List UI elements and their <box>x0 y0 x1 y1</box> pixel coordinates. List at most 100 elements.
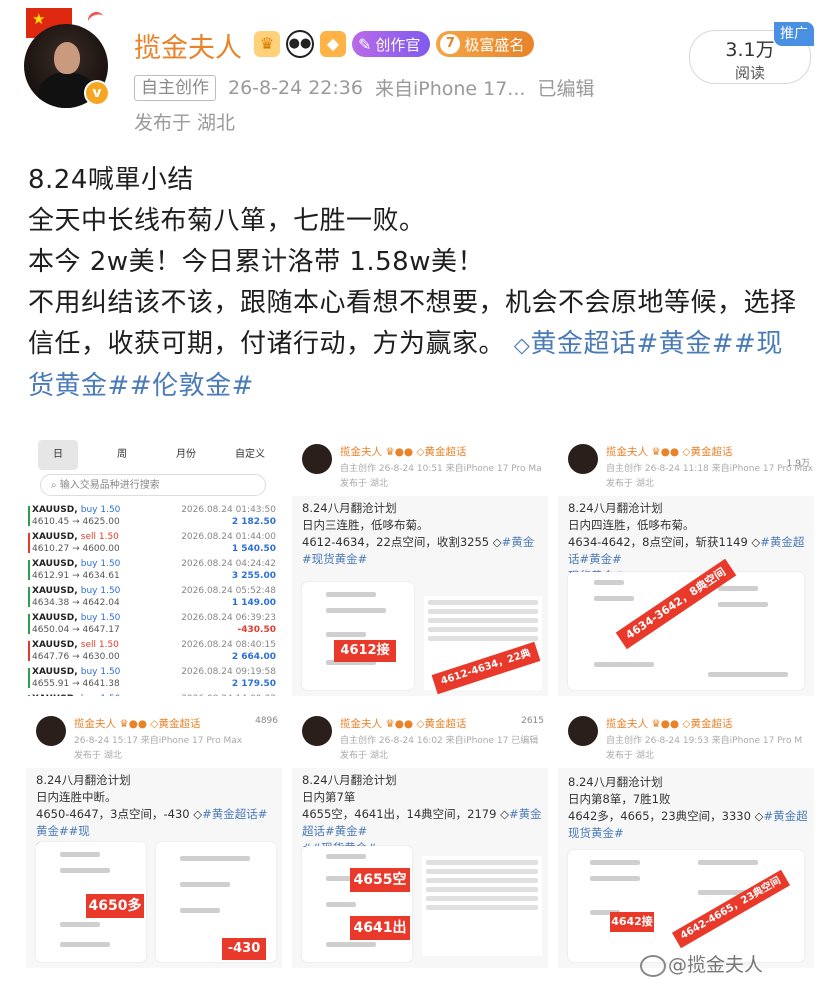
diamond-icon: ◇ <box>513 333 531 357</box>
tab-day[interactable]: 日 <box>38 440 78 470</box>
mini-post-text: 8.24八月翻沧计划 日内三连胜，低哆布菊。 4612-4634，22点空间，收… <box>302 501 535 566</box>
post-datetime: 26-8-24 22:36 <box>228 76 363 99</box>
trade-side-bar <box>28 641 30 661</box>
trade-row[interactable]: XAUUSD, sell 1.50 4647.76 → 4630.00 2026.0… <box>26 637 282 665</box>
trade-row[interactable]: XAUUSD, buy 1.50 4634.38 → 4642.04 2026.08… <box>26 583 282 611</box>
trade-row[interactable]: XAUUSD, buy 1.50 4655.91 → 4641.38 2026.08… <box>26 664 282 692</box>
mini-post-text: 8.24八月翻沧计划 日内第7箪 4655空，4641出，14典空间，2179 … <box>302 773 542 855</box>
panda-icon[interactable]: ●● <box>286 30 314 58</box>
hashtag-supertopic[interactable]: 黄金超话 <box>530 329 636 359</box>
image-grid: 日 周 月份 自定义 ⌕ 输入交易品种进行搜索 XAUUSD, buy 1.50… <box>26 434 814 974</box>
image-post-2[interactable]: 揽金夫人 ♛●● ◇黄金超话 自主创作 26-8-24 11:18 来自iPho… <box>558 434 814 696</box>
trade-prices: 4612.91 → 4634.61 <box>32 571 120 581</box>
mini-meta: 自主创作 26-8-24 10:51 来自iPhone 17 Pro Ma <box>340 464 542 474</box>
period-tabs: 日 周 月份 自定义 <box>26 440 282 470</box>
entry-label: 4642接多 <box>610 912 654 948</box>
image-post-3[interactable]: 揽金夫人 ♛●● ◇黄金超话 26-8-24 15:17 来自iPhone 17… <box>26 706 282 968</box>
symbol-search[interactable]: ⌕ 输入交易品种进行搜索 <box>40 474 266 496</box>
search-icon: ⌕ <box>51 480 57 491</box>
avatar <box>302 716 332 746</box>
image-trade-history[interactable]: 日 周 月份 自定义 ⌕ 输入交易品种进行搜索 XAUUSD, buy 1.50… <box>26 434 282 696</box>
trade-side-bar <box>28 560 30 580</box>
image-post-1[interactable]: 揽金夫人 ♛●● ◇黄金超话 自主创作 26-8-24 10:51 来自iPho… <box>292 434 548 696</box>
trade-side-bar <box>28 506 30 526</box>
trade-profit: 1 540.50 <box>231 544 276 554</box>
trade-row[interactable]: XAUUSD, sell 1.50 4610.27 → 4600.00 2026.0… <box>26 529 282 557</box>
chart-screenshot <box>422 856 542 956</box>
fish-icon[interactable]: ◆ <box>320 31 346 57</box>
trade-symbol: XAUUSD, buy 1.50 <box>32 613 121 623</box>
post-location: 发布于 湖北 <box>134 112 236 134</box>
hashtag-london-gold[interactable]: #伦敦金# <box>130 371 254 401</box>
trade-prices: 4610.27 → 4600.00 <box>32 544 120 554</box>
trade-prices: 4647.76 → 4630.00 <box>32 652 120 662</box>
trade-prices: 4610.45 → 4625.00 <box>32 517 120 527</box>
entry-label: 4655空 <box>350 868 410 892</box>
mini-views: 2615 <box>521 716 544 726</box>
trade-side-bar <box>28 533 30 553</box>
crown-icon[interactable]: ♛ <box>254 31 280 57</box>
post-body: 8.24喊單小结 全天中长线布菊八箪，七胜一败。 本今 2w美！今日累计洛带 1… <box>28 160 808 407</box>
post-line: 全天中长线布菊八箪，七胜一败。 <box>28 206 426 236</box>
trade-symbol: XAUUSD, buy 1.50 <box>32 694 120 696</box>
trade-time: 2026.08.24 14:00:32 <box>181 694 276 696</box>
trade-row[interactable]: XAUUSD, buy 1.50 4610.45 → 4625.00 2026.08… <box>26 502 282 530</box>
entry-label: 4650多 <box>86 894 144 918</box>
chat-screenshot <box>302 846 412 962</box>
mini-username: 揽金夫人 <box>340 446 382 458</box>
mini-post-text: 8.24八月翻沧计划 日内第8箪，7胜1败 4642多，4665，23典空间，3… <box>568 775 808 840</box>
trade-profit: 2 179.50 <box>231 679 276 689</box>
image-post-4[interactable]: 揽金夫人 ♛●● ◇黄金超话 自主创作 26-8-24 16:02 来自iPho… <box>292 706 548 968</box>
trade-profit: 1 149.00 <box>231 598 276 608</box>
user-badges: ♛ ●● ◆ ✎ 创作官 7 极富盛名 <box>254 28 535 60</box>
trade-time: 2026.08.24 01:44:00 <box>181 532 276 542</box>
edited-label[interactable]: 已编辑 <box>537 74 594 101</box>
post-source: 来自iPhone 17... <box>374 78 526 100</box>
image-post-5[interactable]: 揽金夫人 ♛●● ◇黄金超话 自主创作 26-8-24 19:53 来自iPho… <box>558 706 814 968</box>
trade-symbol: XAUUSD, buy 1.50 <box>32 559 121 569</box>
trade-profit: 2 182.50 <box>231 517 276 527</box>
trade-time: 2026.08.24 08:40:15 <box>181 640 276 650</box>
tab-week[interactable]: 周 <box>102 440 142 470</box>
trade-symbol: XAUUSD, buy 1.50 <box>32 586 121 596</box>
original-tag: 自主创作 <box>134 74 216 101</box>
tab-custom[interactable]: 自定义 <box>230 440 270 470</box>
mini-views: 1.9万 <box>786 459 810 469</box>
loss-label: -430 <box>222 938 266 960</box>
trade-prices: 4655.91 → 4641.38 <box>32 679 120 689</box>
post-meta: 自主创作 26-8-24 22:36 来自iPhone 17... 已编辑 <box>134 74 594 101</box>
avatar <box>36 716 66 746</box>
trade-symbol: XAUUSD, sell 1.50 <box>32 640 119 650</box>
rich-level-badge[interactable]: 7 极富盛名 <box>436 31 535 57</box>
trade-profit: -430.50 <box>237 625 276 635</box>
mini-views: 4896 <box>255 716 278 726</box>
trade-time: 2026.08.24 01:43:50 <box>181 505 276 515</box>
username[interactable]: 揽金夫人 <box>134 26 242 65</box>
trade-time: 2026.08.24 05:52:48 <box>181 586 276 596</box>
trade-time: 2026.08.24 06:39:23 <box>181 613 276 623</box>
hashtag-gold[interactable]: #黄金# <box>636 329 734 359</box>
trade-time: 2026.08.24 04:24:42 <box>181 559 276 569</box>
post-paragraph: 不用纠结该不该，跟随本心看想不想要，机会不会原地等候，选择信任，收获可期，付诸行… <box>28 283 808 407</box>
trade-row[interactable]: XAUUSD, buy 1.50 2026.08.24 14:00:32 <box>26 691 282 696</box>
mini-tag: 黄金超话 <box>424 446 467 458</box>
watermark: @揽金夫人 <box>640 950 763 977</box>
trade-profit: 3 255.00 <box>231 571 276 581</box>
views-label: 阅读 <box>734 64 765 82</box>
trade-row[interactable]: XAUUSD, buy 1.50 4612.91 → 4634.61 2026.08… <box>26 556 282 584</box>
trade-prices: 4634.38 → 4642.04 <box>32 598 120 608</box>
trade-side-bar <box>28 587 30 607</box>
trade-row[interactable]: XAUUSD, buy 1.50 4650.04 → 4647.17 2026.08… <box>26 610 282 638</box>
promo-badge[interactable]: 推广 <box>774 22 814 46</box>
trade-side-bar <box>28 614 30 634</box>
exit-label: 4641出 <box>350 916 410 940</box>
trade-symbol: XAUUSD, buy 1.50 <box>32 667 121 677</box>
verified-icon: v <box>84 80 110 106</box>
trade-side-bar <box>28 695 30 696</box>
creator-badge[interactable]: ✎ 创作官 <box>352 31 431 57</box>
trade-side-bar <box>28 668 30 688</box>
tab-month[interactable]: 月份 <box>166 440 206 470</box>
creator-icon: ✎ <box>358 34 372 54</box>
trade-prices: 4650.04 → 4647.17 <box>32 625 120 635</box>
trade-profit: 2 664.00 <box>231 652 276 662</box>
